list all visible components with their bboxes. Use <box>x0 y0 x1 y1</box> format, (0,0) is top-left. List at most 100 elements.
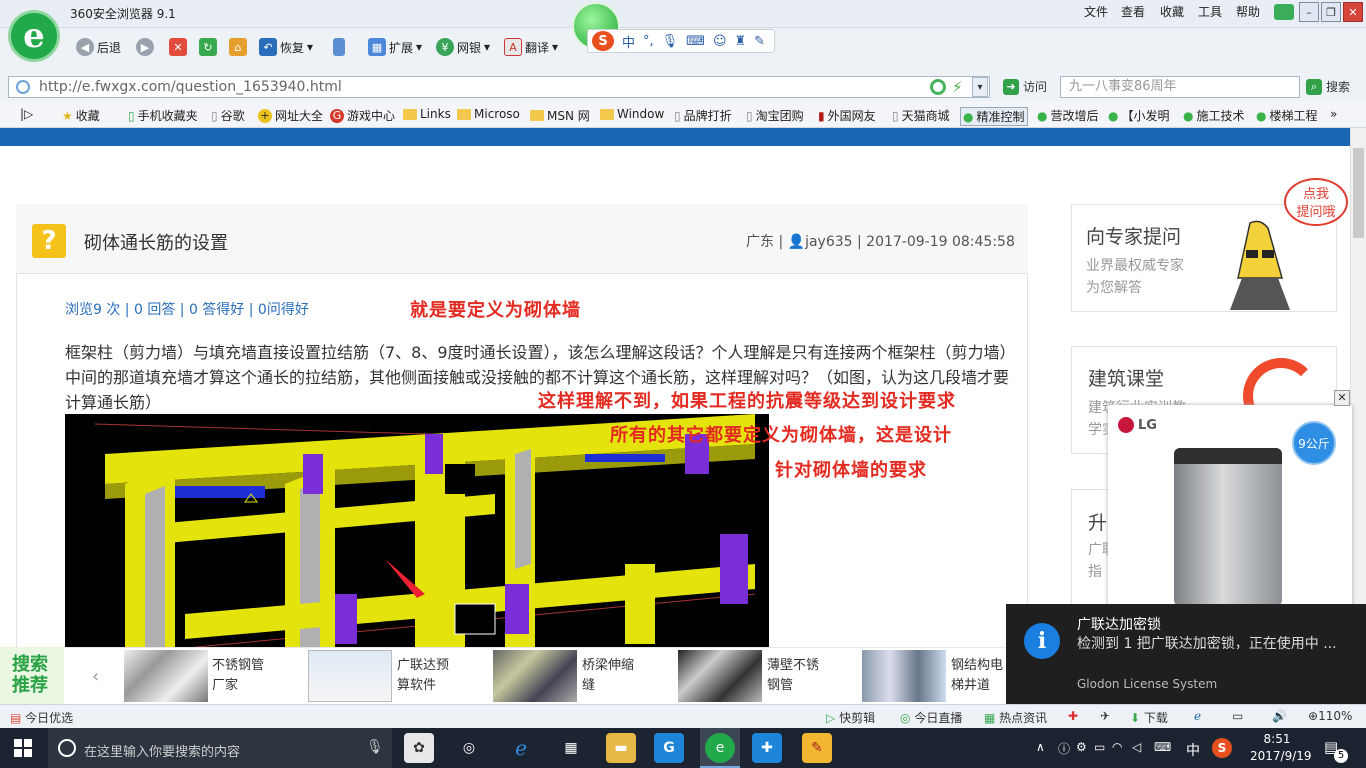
tray-ime[interactable]: 中 <box>1186 740 1200 760</box>
status-sound-icon[interactable]: 🔊 <box>1272 709 1287 723</box>
glodon-icon[interactable]: G <box>654 733 684 763</box>
extend-button[interactable]: ▦ 扩展 ▾ <box>368 38 422 56</box>
bookmark-taobao[interactable]: ▯ 淘宝团购 <box>746 107 804 124</box>
bookmark-stairs[interactable]: ● 楼梯工程 <box>1256 107 1318 124</box>
speed-icon[interactable]: ⚡ <box>952 78 963 96</box>
status-quick-edit[interactable]: ▷ 快剪辑 <box>826 709 875 726</box>
file-explorer-icon[interactable]: ▬ <box>606 733 636 763</box>
taskbar-app-plus-icon[interactable]: ✚ <box>752 733 782 763</box>
windows-start-icon[interactable] <box>14 739 32 757</box>
thumb-steel-pipe[interactable] <box>124 650 208 702</box>
address-input[interactable]: http://e.fwxgx.com/question_1653940.html <box>8 76 990 98</box>
maximize-button[interactable]: ❐ <box>1321 2 1341 22</box>
search-button[interactable]: ⌕ 搜索 <box>1306 78 1350 95</box>
chevron-left-icon[interactable]: ‹ <box>92 666 99 687</box>
go-button[interactable]: ➜ 访问 <box>1003 78 1047 95</box>
menu-favorites[interactable]: 收藏 <box>1160 3 1184 20</box>
sidebar-toggle-icon[interactable]: |▷ <box>20 107 33 121</box>
bookmark-google[interactable]: ▯ 谷歌 <box>211 107 245 124</box>
recommend-item-4[interactable]: 薄壁不锈 钢管 <box>767 656 819 696</box>
tray-clock[interactable]: 8:51 2017/9/19 <box>1250 731 1312 765</box>
search-input[interactable]: 九一八事变86周年 <box>1060 76 1300 98</box>
taskbar-search-input[interactable]: 在这里输入你要搜索的内容 <box>84 741 240 760</box>
back-button[interactable]: ◀ 后退 <box>76 38 121 56</box>
menu-view[interactable]: 查看 <box>1121 3 1145 20</box>
status-pin-icon[interactable]: ✈ <box>1100 709 1110 723</box>
bank-button[interactable]: ¥ 网银 ▾ <box>436 38 490 56</box>
thumb-thin-pipe[interactable] <box>678 650 762 702</box>
tray-app-icon[interactable]: ⚙ <box>1076 740 1087 754</box>
home-button[interactable]: ⌂ <box>229 38 247 56</box>
bookmark-hao[interactable]: + 网址大全 <box>258 107 323 124</box>
status-plus-icon[interactable]: ✚ <box>1068 709 1078 723</box>
thumb-software[interactable] <box>308 650 392 702</box>
bookmark-brand[interactable]: ▯ 品牌打折 <box>674 107 732 124</box>
status-today[interactable]: ▤ 今日优选 <box>10 709 73 726</box>
recommend-item-1[interactable]: 不锈钢管 厂家 <box>212 656 264 696</box>
ask-bubble[interactable]: 点我 提问哦 <box>1284 178 1348 226</box>
bookmark-msn[interactable]: MSN 网 <box>530 107 590 124</box>
stop-button[interactable]: ✕ <box>169 38 187 56</box>
360-browser-icon[interactable]: e <box>705 733 735 763</box>
thumb-bridge-joint[interactable] <box>493 650 577 702</box>
menu-help[interactable]: 帮助 <box>1236 3 1260 20</box>
refresh-button[interactable]: ↻ <box>199 38 217 56</box>
status-news[interactable]: ▦ 热点资讯 <box>984 709 1047 726</box>
tray-sogou-icon[interactable]: S <box>1212 738 1232 758</box>
microphone-icon[interactable]: 🎙 <box>662 34 679 49</box>
ime-toolbar[interactable]: S 中 °, 🎙 ⌨ ☺ ♜ ✎ <box>587 29 775 53</box>
question-user[interactable]: jay635 <box>805 234 852 250</box>
edge-icon[interactable]: ℯ <box>506 733 536 763</box>
bookmark-precise[interactable]: ● 精准控制 <box>960 107 1028 126</box>
recommend-item-5[interactable]: 钢结构电 梯井道 <box>951 656 1003 696</box>
security-icon[interactable] <box>930 79 946 95</box>
thumb-elevator[interactable] <box>862 650 946 702</box>
status-window-icon[interactable]: ▭ <box>1232 709 1243 723</box>
bookmark-windows[interactable]: Window <box>600 107 664 121</box>
bookmark-construction[interactable]: ● 施工技术 <box>1183 107 1245 124</box>
status-zoom[interactable]: ⊕110% <box>1308 709 1352 723</box>
wrench-icon[interactable]: ✎ <box>754 34 765 49</box>
shirt-icon[interactable]: ♜ <box>735 34 747 49</box>
mobile-button[interactable] <box>333 38 345 56</box>
minimize-button[interactable]: – <box>1299 2 1319 22</box>
bookmark-invention[interactable]: ● 【小发明 <box>1108 107 1170 124</box>
recommend-item-2[interactable]: 广联达预 算软件 <box>397 656 449 696</box>
bookmark-games[interactable]: G 游戏中心 <box>330 107 395 124</box>
bookmark-foreign[interactable]: ▮ 外国网友 <box>818 107 876 124</box>
status-live[interactable]: ◎ 今日直播 <box>900 709 962 726</box>
ad-close-button[interactable]: ✕ <box>1334 390 1350 406</box>
bookmark-favorites[interactable]: ★ 收藏 <box>62 107 100 124</box>
microphone-icon[interactable]: 🎙 <box>366 739 384 755</box>
keyboard-icon[interactable]: ⌨ <box>686 34 705 49</box>
tray-battery-icon[interactable]: ▭ <box>1094 740 1105 754</box>
menu-file[interactable]: 文件 <box>1084 3 1108 20</box>
recommend-item-3[interactable]: 桥梁伸缩缝 <box>582 656 634 696</box>
ime-mode[interactable]: 中 <box>622 32 635 51</box>
tray-volume-icon[interactable]: ◁ <box>1132 740 1141 754</box>
tray-chevron-up-icon[interactable]: ∧ <box>1036 740 1045 754</box>
tray-info-icon[interactable]: ⓘ <box>1058 740 1070 757</box>
taskbar-app-1-icon[interactable]: ✿ <box>404 733 434 763</box>
bookmarks-more-icon[interactable]: » <box>1330 107 1337 121</box>
address-dropdown[interactable]: ▾ <box>972 77 988 97</box>
store-icon[interactable]: ▦ <box>556 733 586 763</box>
tray-wifi-icon[interactable]: ◠ <box>1112 740 1122 754</box>
menu-tools[interactable]: 工具 <box>1198 3 1222 20</box>
ime-punct[interactable]: °, <box>643 34 654 49</box>
bookmark-tax[interactable]: ● 营改增后 <box>1037 107 1099 124</box>
bookmark-mobile[interactable]: ▯ 手机收藏夹 <box>128 107 198 124</box>
status-ie-icon[interactable]: ℯ <box>1194 709 1201 723</box>
translate-button[interactable]: A 翻译 ▾ <box>504 38 558 56</box>
tray-keyboard-icon[interactable]: ⌨ <box>1154 740 1171 754</box>
taskbar-notes-icon[interactable]: ✎ <box>802 733 832 763</box>
taskbar-app-2-icon[interactable]: ◎ <box>454 733 484 763</box>
bookmark-links[interactable]: Links <box>403 107 451 121</box>
status-download[interactable]: ⬇ 下载 <box>1130 709 1168 726</box>
bookmark-tmall[interactable]: ▯ 天猫商城 <box>892 107 950 124</box>
user-icon[interactable]: ☺ <box>713 34 727 49</box>
close-button[interactable]: ✕ <box>1343 2 1363 22</box>
shirt-icon[interactable] <box>1274 4 1294 20</box>
bookmark-microsoft[interactable]: Microso <box>457 107 520 121</box>
forward-button[interactable]: ▶ <box>136 38 154 56</box>
